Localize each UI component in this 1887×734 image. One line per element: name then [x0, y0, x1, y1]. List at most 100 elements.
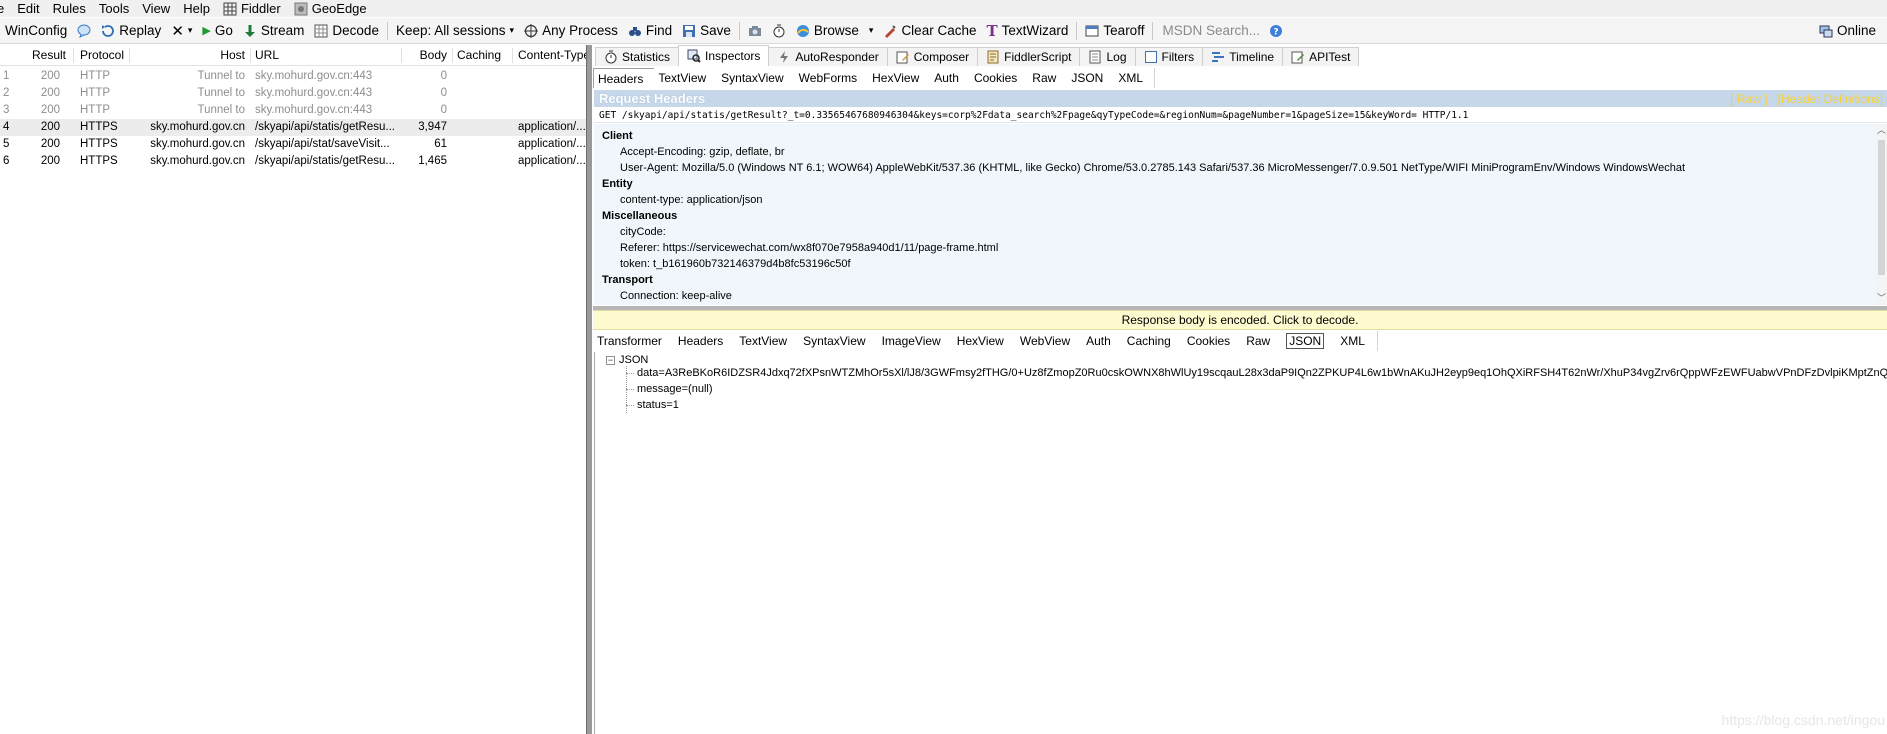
session-row[interactable]: 2 200 HTTP Tunnel to sky.mohurd.gov.cn:443 0 [0, 85, 586, 102]
header-line[interactable]: Host: sky.mohurd.gov.cn [602, 304, 1876, 305]
session-cell-num: 1 [3, 70, 10, 82]
menu-edit[interactable]: Edit [11, 1, 46, 16]
response-tab-transformer[interactable]: Transformer [593, 331, 675, 351]
replay-button[interactable]: Replay [96, 23, 166, 38]
header-group-entity[interactable]: Entity [602, 176, 1876, 192]
session-row[interactable]: 5 200 HTTPS sky.mohurd.gov.cn/skyapi/api/st… [0, 136, 586, 153]
header-definitions-link[interactable]: [Header Definitions] [1778, 92, 1883, 106]
header-line[interactable]: Connection: keep-alive [602, 288, 1876, 304]
screenshot-button[interactable] [743, 24, 767, 38]
response-tab-raw[interactable]: Raw [1242, 331, 1284, 351]
help-button[interactable]: ? [1264, 24, 1288, 38]
header-group-client[interactable]: Client [602, 128, 1876, 144]
keep-sessions-dropdown[interactable]: Keep: All sessions ▾ [391, 23, 519, 38]
find-button[interactable]: Find [623, 23, 677, 38]
menu-file[interactable]: e [0, 1, 11, 16]
response-tab-textview[interactable]: TextView [735, 331, 801, 351]
response-tab-hexview[interactable]: HexView [952, 331, 1017, 351]
request-tab-webforms[interactable]: WebForms [794, 68, 870, 88]
json-node-message[interactable]: message=(null) [637, 382, 713, 396]
scroll-up-icon[interactable]: ︿ [1877, 126, 1886, 135]
tab-fiddlerscript[interactable]: FiddlerScript [977, 47, 1081, 66]
header-line[interactable]: User-Agent: Mozilla/5.0 (Windows NT 6.1;… [602, 160, 1876, 176]
scroll-down-icon[interactable]: ﹀ [1877, 294, 1886, 303]
decode-notice-bar[interactable]: Response body is encoded. Click to decod… [593, 310, 1887, 330]
request-tab-raw[interactable]: Raw [1028, 68, 1069, 88]
textwizard-button[interactable]: T TextWizard [981, 22, 1073, 40]
menu-tools[interactable]: Tools [93, 1, 136, 16]
save-button[interactable]: Save [677, 23, 736, 38]
response-tab-cookies[interactable]: Cookies [1182, 331, 1244, 351]
session-row[interactable]: 4 200 HTTPS sky.mohurd.gov.cn/skyapi/api/st… [0, 119, 586, 136]
session-row[interactable]: 1 200 HTTP Tunnel to sky.mohurd.gov.cn:443 0 [0, 68, 586, 85]
raw-link[interactable]: [ Raw ] [1730, 92, 1767, 106]
response-tab-webview[interactable]: WebView [1015, 331, 1084, 351]
header-group-transport[interactable]: Transport [602, 272, 1876, 288]
request-tab-textview[interactable]: TextView [654, 68, 719, 88]
tab-log[interactable]: Log [1079, 47, 1136, 66]
request-tab-json[interactable]: JSON [1067, 68, 1116, 88]
tab-apitest[interactable]: APITest [1282, 47, 1360, 66]
menu-fiddler[interactable]: Fiddler [217, 1, 288, 16]
json-node-data[interactable]: data=A3ReBKoR6IDZSR4Jdxq72fXPsnWTZMhOr5s… [637, 366, 1887, 380]
tab-statistics[interactable]: Statistics [595, 47, 680, 66]
response-tab-caching[interactable]: Caching [1122, 331, 1184, 351]
request-tab-xml[interactable]: XML [1114, 68, 1156, 88]
scroll-thumb[interactable] [1878, 140, 1885, 275]
response-tab-syntaxview[interactable]: SyntaxView [799, 331, 879, 351]
menu-view[interactable]: View [136, 1, 177, 16]
json-node-status[interactable]: status=1 [637, 398, 679, 412]
stream-button[interactable]: Stream [238, 23, 310, 38]
remove-button[interactable]: ✕ ▾ [166, 22, 197, 40]
request-tab-headers[interactable]: Headers [593, 68, 656, 88]
session-row[interactable]: 3 200 HTTP Tunnel to sky.mohurd.gov.cn:443 0 [0, 102, 586, 119]
request-tab-syntaxview[interactable]: SyntaxView [717, 68, 796, 88]
any-process-button[interactable]: Any Process [519, 23, 623, 38]
response-tab-auth[interactable]: Auth [1082, 331, 1124, 351]
col-url[interactable]: URL [255, 45, 405, 66]
response-tab-imageview[interactable]: ImageView [877, 331, 954, 351]
header-line[interactable]: cityCode: [602, 224, 1876, 240]
tab-filters[interactable]: Filters [1134, 47, 1204, 66]
col-result[interactable]: Result [18, 45, 66, 66]
col-host[interactable]: Host [134, 45, 245, 66]
comment-button[interactable] [72, 24, 96, 38]
header-line[interactable]: token: t_b161960b732146379d4b8fc53196c50… [602, 256, 1876, 272]
tab-autoresponder[interactable]: AutoResponder [768, 47, 888, 66]
session-cell-host: Tunnel to [197, 104, 245, 116]
msdn-search-input[interactable]: MSDN Search... [1156, 23, 1264, 38]
tab-timeline[interactable]: Timeline [1202, 47, 1284, 66]
winconfig-button[interactable]: WinConfig [0, 23, 72, 38]
timer-button[interactable] [767, 24, 791, 38]
header-scrollbar[interactable]: ︿ ﹀ [1876, 124, 1887, 305]
session-row[interactable]: 6 200 HTTPS sky.mohurd.gov.cn/skyapi/api/st… [0, 153, 586, 170]
browse-button[interactable]: Browse ▾ [791, 23, 879, 38]
menu-geoedge[interactable]: GeoEdge [288, 1, 374, 16]
tab-composer[interactable]: Composer [886, 47, 979, 66]
request-tab-cookies[interactable]: Cookies [969, 68, 1030, 88]
header-line[interactable]: Accept-Encoding: gzip, deflate, br [602, 144, 1876, 160]
tab-inspectors[interactable]: Inspectors [678, 45, 770, 66]
response-tab-json[interactable]: JSON [1282, 331, 1338, 351]
col-content-type[interactable]: Content-Type [518, 45, 586, 66]
pane-splitter[interactable] [586, 45, 592, 734]
go-button[interactable]: ▶ Go [197, 23, 237, 38]
menu-rules[interactable]: Rules [47, 1, 93, 16]
response-tab-headers[interactable]: Headers [673, 331, 737, 351]
col-caching[interactable]: Caching [457, 45, 512, 66]
online-status[interactable]: Online [1814, 23, 1881, 38]
col-protocol[interactable]: Protocol [80, 45, 128, 66]
json-root-node[interactable]: JSON [619, 353, 648, 367]
response-tab-xml[interactable]: XML [1336, 331, 1378, 351]
menu-help[interactable]: Help [177, 1, 217, 16]
header-line[interactable]: content-type: application/json [602, 192, 1876, 208]
request-tab-hexview[interactable]: HexView [868, 68, 932, 88]
col-body[interactable]: Body [405, 45, 447, 66]
request-tab-auth[interactable]: Auth [930, 68, 971, 88]
collapse-toggle-icon[interactable]: − [606, 356, 615, 365]
header-line[interactable]: Referer: https://servicewechat.com/wx8f0… [602, 240, 1876, 256]
clear-cache-button[interactable]: Clear Cache [878, 23, 981, 38]
decode-button[interactable]: Decode [309, 23, 384, 38]
header-group-miscellaneous[interactable]: Miscellaneous [602, 208, 1876, 224]
tearoff-button[interactable]: Tearoff [1080, 23, 1149, 38]
